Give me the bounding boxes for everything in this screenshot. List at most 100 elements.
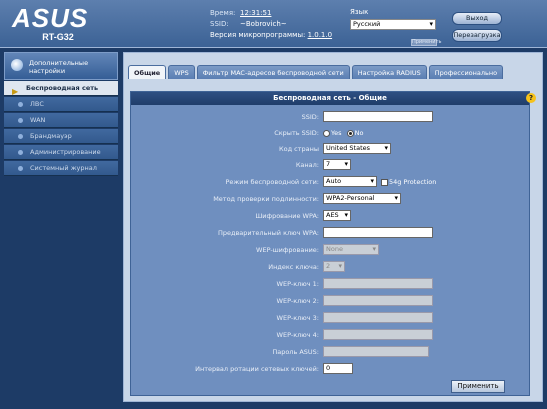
protection-label: 54g Protection <box>389 178 437 186</box>
logout-button[interactable]: Выход <box>452 12 502 25</box>
wpa-key-input[interactable] <box>323 227 433 238</box>
row-wep-enc: WEP-шифрование: None <box>131 244 531 258</box>
model-name: RT-G32 <box>42 32 74 42</box>
sidebar-item-label: Системный журнал <box>30 164 97 172</box>
row-ssid: SSID: <box>131 111 531 125</box>
language-box: Язык Русский Применить <box>350 8 441 46</box>
ssid-label: SSID: <box>210 20 229 28</box>
help-icon[interactable]: ? <box>526 93 536 103</box>
wep4-label: WEP-ключ 4: <box>276 331 319 339</box>
rotation-input[interactable]: 0 <box>323 363 353 374</box>
auth-label: Метод проверки подлинности: <box>213 195 319 203</box>
mode-select[interactable]: Auto <box>323 176 377 187</box>
system-info: Время: 12:31:51 SSID: ~Bobrovich~ Версия м… <box>210 8 332 41</box>
sidebar-item-label: Беспроводная сеть <box>26 84 99 92</box>
wep1-input[interactable] <box>323 278 433 289</box>
protection-option: 54g Protection <box>381 178 436 186</box>
country-label: Код страны <box>278 145 319 153</box>
sidebar-item-lan[interactable]: ЛВС <box>4 97 118 112</box>
wep2-input[interactable] <box>323 295 433 306</box>
row-passphrase: Пароль ASUS: <box>131 346 531 360</box>
country-select[interactable]: United States <box>323 143 391 154</box>
language-label: Язык <box>350 8 369 16</box>
reboot-button[interactable]: Перезагрузка <box>452 29 502 42</box>
top-header: ASUS RT-G32 Время: 12:31:51 SSID: ~Bobrovi… <box>0 0 547 48</box>
passphrase-label: Пароль ASUS: <box>272 348 319 356</box>
channel-label: Канал: <box>295 161 319 169</box>
hide-ssid-no-label: No <box>354 129 364 137</box>
tab-general[interactable]: Общие <box>128 65 167 79</box>
row-wep2: WEP-ключ 2: <box>131 295 531 309</box>
auth-select[interactable]: WPA2-Personal <box>323 193 401 204</box>
key-index-select[interactable]: 2 <box>323 261 345 272</box>
sidebar-item-syslog[interactable]: Системный журнал <box>4 161 118 176</box>
wep4-input[interactable] <box>323 329 433 340</box>
ssid-input[interactable] <box>323 111 433 122</box>
sidebar-item-label: WAN <box>30 116 46 124</box>
tab-mac-filter[interactable]: Фильтр MAC-адресов беспроводной сети <box>196 65 350 79</box>
sidebar-item-wan[interactable]: WAN <box>4 113 118 128</box>
brand-name: ASUS <box>12 3 89 33</box>
tab-professional[interactable]: Профессионально <box>428 65 504 79</box>
hide-ssid-no-radio[interactable] <box>346 129 354 137</box>
row-channel: Канал: 7 <box>131 159 531 173</box>
language-select[interactable]: Русский <box>350 19 436 30</box>
sidebar-item-firewall[interactable]: Брандмауэр <box>4 129 118 144</box>
tab-bar: Общие WPS Фильтр MAC-адресов беспроводной … <box>128 65 505 80</box>
row-auth: Метод проверки подлинности: WPA2-Persona… <box>131 193 531 207</box>
hide-ssid-yes-label: Yes <box>331 129 342 137</box>
tab-wps[interactable]: WPS <box>168 65 195 79</box>
row-wep1: WEP-ключ 1: <box>131 278 531 292</box>
wpa-enc-select[interactable]: AES <box>323 210 351 221</box>
sidebar-item-label: Брандмауэр <box>30 132 72 140</box>
sidebar-item-label: ЛВС <box>30 100 44 108</box>
ssid-value: ~Bobrovich~ <box>240 20 287 28</box>
wep-enc-label: WEP-шифрование: <box>256 246 319 254</box>
sidebar-item-wireless[interactable]: ▶ Беспроводная сеть <box>4 81 118 96</box>
apply-button[interactable]: Применить <box>451 380 505 393</box>
hide-ssid-label: Скрыть SSID: <box>274 129 319 137</box>
row-wpa-key: Предварительный ключ WPA: <box>131 227 531 241</box>
hide-ssid-radios: Yes No <box>323 129 363 137</box>
row-wpa-enc: Шифрование WPA: AES <box>131 210 531 224</box>
wep3-input[interactable] <box>323 312 433 323</box>
bullet-icon <box>18 102 23 107</box>
mode-label: Режим беспроводной сети: <box>225 178 320 186</box>
bullet-icon <box>18 118 23 123</box>
passphrase-input[interactable] <box>323 346 429 357</box>
time-label: Время: <box>210 9 236 17</box>
channel-select[interactable]: 7 <box>323 159 351 170</box>
settings-panel: Беспроводная сеть - Общие SSID: Скрыть S… <box>130 91 530 396</box>
ssid-field-label: SSID: <box>301 113 319 121</box>
protection-checkbox[interactable] <box>381 178 388 186</box>
time-link[interactable]: 12:31:51 <box>240 9 271 17</box>
row-wep3: WEP-ключ 3: <box>131 312 531 326</box>
bullet-icon <box>18 150 23 155</box>
row-key-index: Индекс ключа: 2 <box>131 261 531 275</box>
firmware-label: Версия микропрограммы: <box>210 31 306 39</box>
bullet-icon <box>18 166 23 171</box>
asus-logo: ASUS RT-G32 <box>12 5 104 43</box>
wep3-label: WEP-ключ 3: <box>276 314 319 322</box>
hide-ssid-yes-radio[interactable] <box>323 129 330 137</box>
sidebar-item-administration[interactable]: Администрирование <box>4 145 118 160</box>
wep2-label: WEP-ключ 2: <box>276 297 319 305</box>
row-mode: Режим беспроводной сети: Auto 54g Protec… <box>131 176 531 190</box>
row-country: Код страны United States <box>131 143 531 157</box>
sidebar-item-label: Администрирование <box>30 148 101 156</box>
advanced-settings-icon <box>11 59 23 71</box>
advanced-settings-label: Дополнительные настройки <box>29 59 89 75</box>
tab-radius[interactable]: Настройка RADIUS <box>351 65 427 79</box>
rotation-label: Интервал ротации сетевых ключей: <box>195 365 319 373</box>
main-content: Общие WPS Фильтр MAC-адресов беспроводной … <box>123 52 543 402</box>
wpa-key-label: Предварительный ключ WPA: <box>217 229 319 237</box>
wpa-enc-label: Шифрование WPA: <box>255 212 319 220</box>
sidebar: Дополнительные настройки ▶ Беспроводная … <box>4 52 118 402</box>
advanced-settings-header[interactable]: Дополнительные настройки <box>4 52 118 80</box>
panel-title: Беспроводная сеть - Общие <box>131 92 529 105</box>
language-apply-button[interactable]: Применить <box>411 39 441 46</box>
firmware-link[interactable]: 1.0.1.0 <box>308 31 333 39</box>
wep1-label: WEP-ключ 1: <box>276 280 319 288</box>
wep-enc-select[interactable]: None <box>323 244 379 255</box>
row-rotation: Интервал ротации сетевых ключей: 0 <box>131 363 531 377</box>
